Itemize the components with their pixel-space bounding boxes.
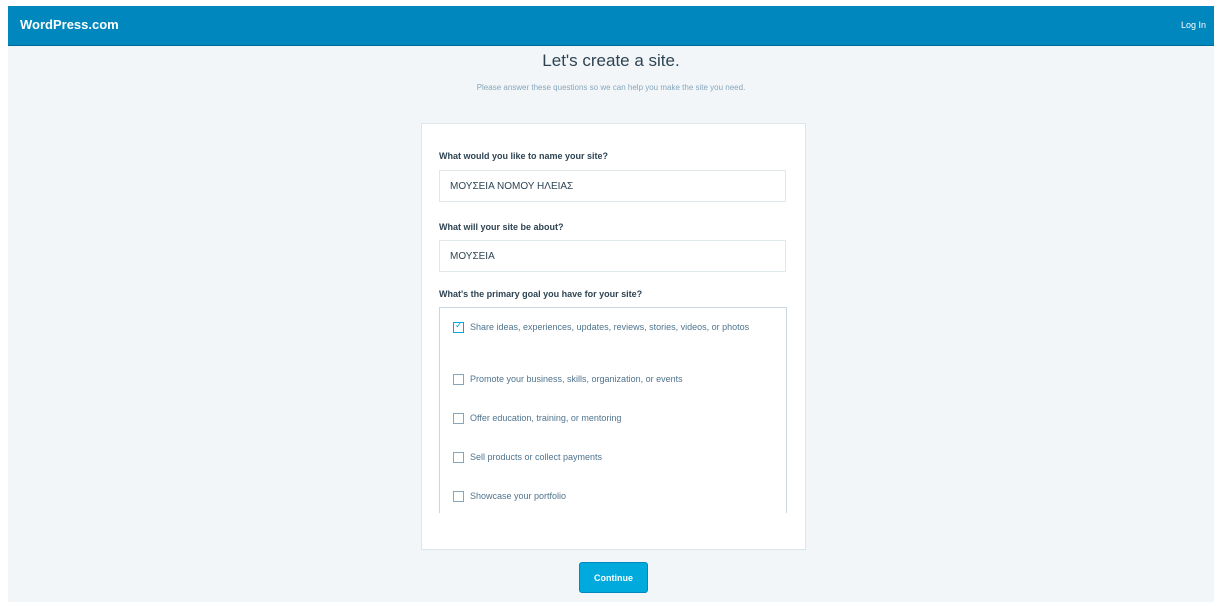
goal-option-label: Showcase your portfolio: [470, 491, 567, 501]
wordpress-logo-link[interactable]: WordPress.com: [20, 17, 119, 32]
site-goal-list[interactable]: Share ideas, experiences, updates, revie…: [439, 307, 787, 513]
goal-option-sell[interactable]: Sell products or collect payments: [453, 451, 773, 463]
site-goal-label: What's the primary goal you have for you…: [439, 289, 643, 299]
page-title: Let's create a site.: [542, 51, 680, 70]
site-form-card: What would you like to name your site? W…: [422, 124, 805, 549]
goal-option-educate[interactable]: Offer education, training, or mentoring: [453, 412, 773, 424]
goal-option-share[interactable]: Share ideas, experiences, updates, revie…: [453, 321, 773, 333]
site-topic-input[interactable]: [439, 240, 786, 272]
continue-button[interactable]: Continue: [579, 562, 648, 593]
goal-checkbox[interactable]: [453, 452, 464, 463]
site-name-input[interactable]: [439, 170, 786, 202]
goal-option-promote[interactable]: Promote your business, skills, organizat…: [453, 373, 773, 385]
goal-checkbox[interactable]: [453, 491, 464, 502]
goal-option-portfolio[interactable]: Showcase your portfolio: [453, 490, 773, 502]
site-name-label: What would you like to name your site?: [439, 151, 609, 161]
masterbar: WordPress.com Log In: [8, 6, 1214, 46]
login-link[interactable]: Log In: [1181, 20, 1206, 30]
goal-option-label: Sell products or collect payments: [470, 452, 603, 462]
goal-option-label: Promote your business, skills, organizat…: [470, 374, 683, 384]
site-topic-label: What will your site be about?: [439, 222, 564, 232]
goal-checkbox[interactable]: [453, 413, 464, 424]
goal-checkbox[interactable]: [453, 374, 464, 385]
goal-option-label: Share ideas, experiences, updates, revie…: [470, 322, 750, 332]
goal-checkbox[interactable]: [453, 321, 464, 333]
goal-option-label: Offer education, training, or mentoring: [470, 413, 622, 423]
page-subtitle: Please answer these questions so we can …: [476, 83, 746, 92]
page-frame: WordPress.com Log In Let's create a site…: [8, 6, 1214, 602]
